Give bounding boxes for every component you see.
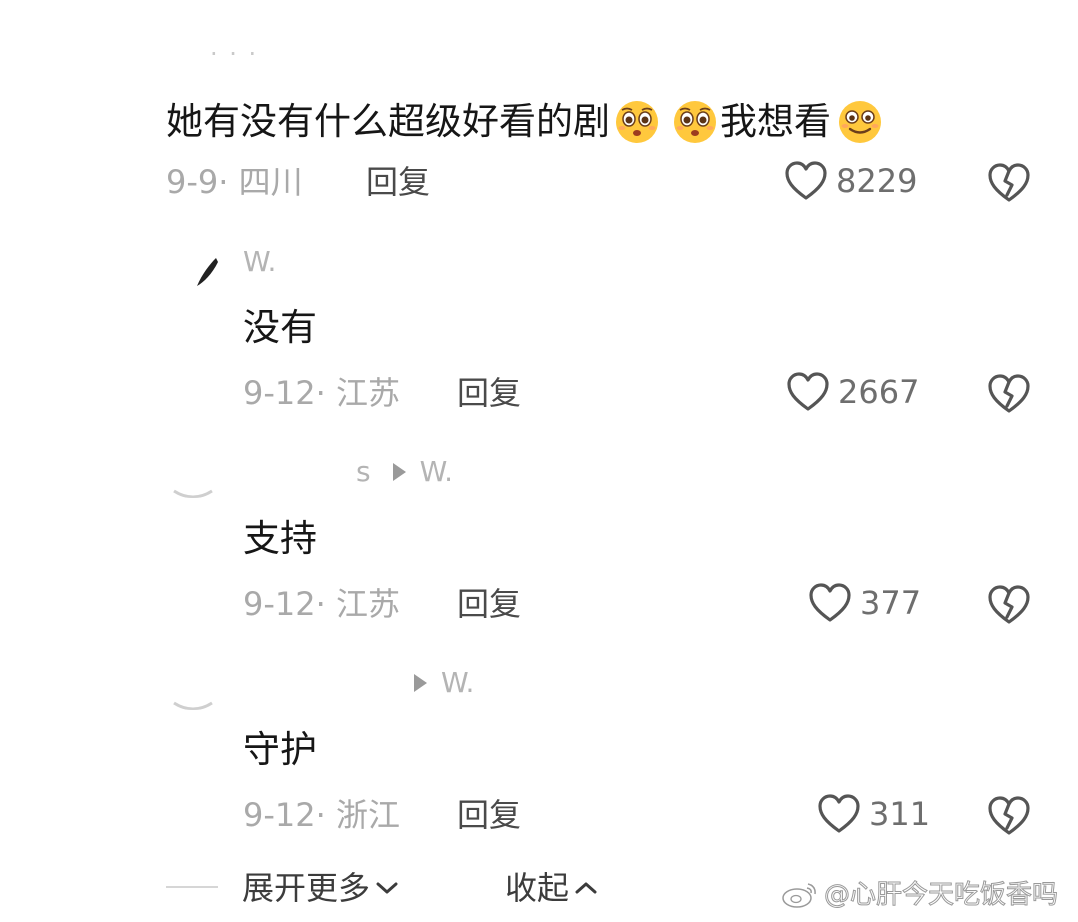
pleading-face-emoji-icon <box>670 96 720 146</box>
smiling-face-emoji-icon <box>835 96 885 146</box>
top-user-partial: · · · <box>210 40 259 62</box>
reply-meta: 9-12· 浙江 <box>243 796 400 834</box>
pleading-face-emoji-icon <box>612 96 662 146</box>
heart-outline-icon <box>784 160 828 202</box>
heart-outline-icon <box>817 793 861 835</box>
watermark: @心肝今天吃饭香吗 <box>780 880 1059 910</box>
comment-body: 她有没有什么超级好看的剧 <box>166 99 610 143</box>
avatar[interactable] <box>172 698 214 710</box>
like-count: 2667 <box>838 373 920 411</box>
reply-username[interactable]: s W. <box>356 458 453 486</box>
like-count: 8229 <box>836 162 918 200</box>
like-count: 311 <box>869 795 931 833</box>
reply-button[interactable]: 回复 <box>366 166 430 198</box>
reply-text: 守护 <box>243 728 317 771</box>
reply-date: 9-12 <box>243 585 316 623</box>
like-button[interactable]: 377 <box>808 582 921 624</box>
reply-location: 江苏 <box>335 374 400 412</box>
avatar-fragment <box>197 258 218 286</box>
reply-location: 浙江 <box>335 796 400 834</box>
chevron-up-icon <box>575 882 597 894</box>
heart-outline-icon <box>786 371 830 413</box>
broken-heart-icon[interactable] <box>987 373 1031 415</box>
broken-heart-icon[interactable] <box>987 584 1031 626</box>
reply-button[interactable]: 回复 <box>457 799 521 831</box>
divider <box>166 886 218 888</box>
like-button[interactable]: 2667 <box>786 371 919 413</box>
avatar-fragment <box>173 701 213 710</box>
reply-username[interactable]: W. <box>414 669 474 697</box>
comment-location: 四川 <box>238 163 303 201</box>
reply-username[interactable]: W. <box>243 248 276 276</box>
weibo-logo-icon <box>782 883 816 908</box>
chevron-down-icon <box>376 882 398 894</box>
comment-body-suffix: 我想看 <box>720 99 831 143</box>
reply-arrow-icon <box>414 674 427 692</box>
reply-text: 没有 <box>243 306 317 349</box>
reply-button[interactable]: 回复 <box>457 377 521 409</box>
avatar[interactable] <box>194 256 220 288</box>
reply-location: 江苏 <box>335 585 400 623</box>
comment-date: 9-9 <box>166 163 219 201</box>
broken-heart-icon[interactable] <box>987 162 1031 204</box>
reply-date: 9-12 <box>243 374 316 412</box>
like-count: 377 <box>860 584 922 622</box>
like-button[interactable]: 8229 <box>784 160 917 202</box>
reply-arrow-icon <box>392 463 406 481</box>
reply-text: 支持 <box>243 517 317 560</box>
broken-heart-icon[interactable] <box>987 795 1031 837</box>
collapse-button[interactable]: 收起 <box>505 872 599 904</box>
reply-button[interactable]: 回复 <box>457 588 521 620</box>
reply-date: 9-12 <box>243 796 316 834</box>
expand-more-button[interactable]: 展开更多 <box>242 872 400 904</box>
comment-meta: 9-9· 四川 <box>166 163 303 201</box>
avatar-fragment <box>173 489 213 498</box>
reply-meta: 9-12· 江苏 <box>243 374 400 412</box>
heart-outline-icon <box>808 582 852 624</box>
avatar[interactable] <box>172 486 214 498</box>
like-button[interactable]: 311 <box>817 793 930 835</box>
reply-meta: 9-12· 江苏 <box>243 585 400 623</box>
comment-text: 她有没有什么超级好看的剧 我想看 <box>166 96 885 146</box>
